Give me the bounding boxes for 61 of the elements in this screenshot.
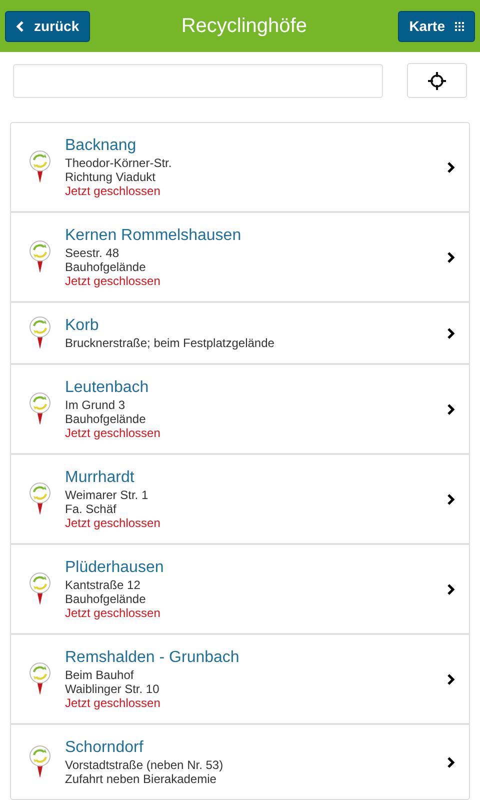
- map-button[interactable]: Karte: [398, 10, 475, 42]
- site-name: Schorndorf: [65, 738, 144, 758]
- site-address: Richtung Viadukt: [65, 170, 157, 184]
- site-address: Beim Bauhof: [65, 668, 135, 682]
- site-address: Kantstraße 12: [65, 578, 142, 592]
- site-row[interactable]: Murrhardt Weimarer Str. 1 Fa. Schäf Jetzt geschlossen: [11, 453, 469, 543]
- site-name: Remshalden - Grunbach: [65, 648, 240, 668]
- site-name: Korb: [65, 316, 100, 336]
- back-button[interactable]: zurück: [5, 10, 90, 42]
- opening-status: Jetzt geschlossen: [65, 606, 162, 620]
- opening-status: Jetzt geschlossen: [65, 184, 162, 198]
- site-row[interactable]: Korb Brucknerstraße; beim Festplatzgelände: [11, 301, 469, 363]
- crosshair-icon: [428, 72, 446, 90]
- site-row[interactable]: Leutenbach Im Grund 3 Bauhofgelände Jetzt geschlossen: [11, 363, 469, 453]
- site-address: Theodor-Körner-Str.: [65, 156, 173, 170]
- site-address: Vorstadtstraße (neben Nr. 53): [65, 758, 224, 772]
- site-address: Weimarer Str. 1: [65, 488, 150, 502]
- opening-status: Jetzt geschlossen: [65, 274, 162, 288]
- site-row[interactable]: Remshalden - Grunbach Beim Bauhof Waiblinger Str. 10 Jetzt geschlossen: [11, 633, 469, 723]
- site-name: Backnang: [65, 136, 138, 156]
- recycling-pin-icon: [29, 745, 51, 779]
- chevron-right-icon: [447, 494, 455, 504]
- site-address: Waiblinger Str. 10: [65, 682, 160, 696]
- search-field[interactable]: [13, 64, 383, 98]
- recycling-pin-icon: [29, 572, 51, 606]
- site-name: Leutenbach: [65, 378, 150, 398]
- site-row[interactable]: Plüderhausen Kantstraße 12 Bauhofgelände Jetzt geschlossen: [11, 543, 469, 633]
- opening-status: Jetzt geschlossen: [65, 696, 162, 710]
- chevron-right-icon: [447, 584, 455, 594]
- recycling-pin-icon: [29, 662, 51, 696]
- site-row[interactable]: Backnang Theodor-Körner-Str. Richtung Viadukt Jetzt geschlossen: [11, 123, 469, 211]
- opening-status: Jetzt geschlossen: [65, 516, 162, 530]
- recycling-pin-icon: [29, 392, 51, 426]
- site-address: Bauhofgelände: [65, 412, 147, 426]
- recycling-pin-icon: [29, 316, 51, 350]
- chevron-right-icon: [447, 328, 455, 338]
- site-address: Bauhofgelände: [65, 260, 147, 274]
- page-title: Recyclinghöfe: [181, 14, 307, 38]
- opening-status: Jetzt geschlossen: [65, 426, 162, 440]
- site-name: Murrhardt: [65, 468, 136, 488]
- site-address: Seestr. 48: [65, 246, 120, 260]
- site-name: Plüderhausen: [65, 558, 165, 578]
- grid-icon: [454, 22, 464, 30]
- site-address: Im Grund 3: [65, 398, 126, 412]
- site-address: Zufahrt neben Bierakademie: [65, 772, 218, 786]
- site-name: Kernen Rommelshausen: [65, 226, 242, 246]
- site-address: Brucknerstraße; beim Festplatzgelände: [65, 336, 276, 350]
- chevron-right-icon: [447, 252, 455, 262]
- chevron-right-icon: [447, 756, 455, 768]
- recycling-pin-icon: [29, 240, 51, 274]
- locate-button[interactable]: [407, 63, 467, 98]
- recycling-pin-icon: [29, 150, 51, 184]
- chevron-left-icon: [16, 20, 24, 32]
- site-row[interactable]: Schorndorf Vorstadtstraße (neben Nr. 53) Zufahrt neben Bierakademie: [11, 723, 469, 799]
- chevron-right-icon: [447, 162, 455, 172]
- site-row[interactable]: Kernen Rommelshausen Seestr. 48 Bauhofgelände Jetzt geschlossen: [11, 211, 469, 301]
- chevron-right-icon: [447, 404, 455, 414]
- recycling-pin-icon: [29, 482, 51, 516]
- chevron-right-icon: [447, 674, 455, 684]
- site-address: Fa. Schäf: [65, 502, 118, 516]
- site-address: Bauhofgelände: [65, 592, 147, 606]
